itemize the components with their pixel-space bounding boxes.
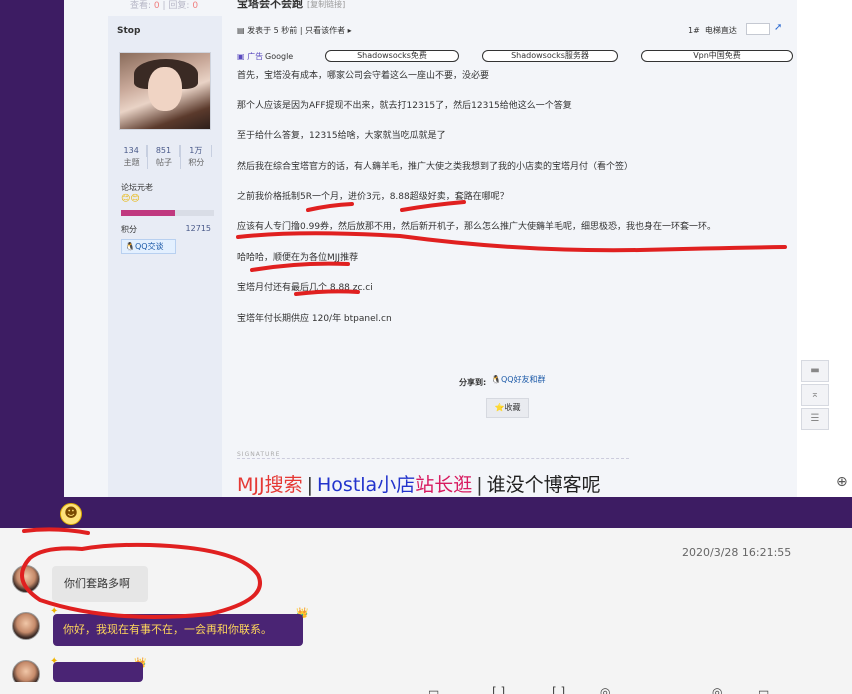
- signature-link-1[interactable]: MJJ搜索: [237, 474, 303, 496]
- author-avatar[interactable]: [119, 52, 211, 130]
- ad-link-3[interactable]: Vpn中国免费: [641, 50, 793, 62]
- history-icon[interactable]: ◎: [712, 685, 722, 694]
- rank-progress-bar: [121, 210, 214, 216]
- ad-link-1[interactable]: Shadowsocks免费: [325, 50, 459, 62]
- chat-timestamp: 2020/3/28 16:21:55: [682, 546, 792, 559]
- post-paragraph: 首先，宝塔没有成本，哪家公司会守着这么一座山不要，没必要: [237, 71, 490, 81]
- bracket-icon[interactable]: [ ]: [492, 685, 505, 694]
- qq-icon: 🐧: [491, 375, 501, 384]
- post-paragraph: 之前我价格抵制5R一个月，进价3元，8.88超级好卖，套路在哪呢？: [237, 192, 509, 202]
- rank-progress-fill: [121, 210, 175, 216]
- author-credits: 积分 12715: [121, 224, 211, 234]
- only-author-link[interactable]: 只看该作者 ▸: [305, 26, 352, 35]
- back-to-top-icon[interactable]: ⌅: [801, 384, 829, 406]
- ad-google: Google: [265, 52, 294, 61]
- stat-points[interactable]: 1万 积分: [181, 145, 212, 169]
- thread-title: 宝塔会不会跑 [复制链接]: [237, 0, 346, 10]
- list-icon[interactable]: ☰: [801, 408, 829, 430]
- post-paragraph: 宝塔年付长期供应 120/年 btpanel.cn: [237, 314, 392, 324]
- favorite-button[interactable]: ⭐收藏: [486, 398, 529, 418]
- screenshot-icon[interactable]: ▭: [428, 685, 439, 694]
- comment-icon[interactable]: ▬: [801, 360, 829, 382]
- stat-posts[interactable]: 851 帖子: [148, 145, 181, 169]
- thread-view-stats: 查看: 0 | 回复: 0: [130, 1, 199, 11]
- jump-label: 电梯直达: [704, 26, 737, 35]
- post-paragraph: 然后我在综合宝塔官方的话，有人薅羊毛，推广大使之类我想到了我的小店卖的宝塔月付（…: [237, 162, 634, 172]
- stat-topics[interactable]: 134 主题: [116, 145, 149, 169]
- post-paragraph: 应该有人专门撸0.99券，然后放那不用，然后新开机子，那么怎么推广大使薅羊毛呢，…: [237, 222, 717, 232]
- signature-label: SIGNATURE: [237, 451, 285, 458]
- qq-chat-button[interactable]: 🐧QQ交谈: [121, 239, 176, 254]
- post-paragraph: 那个人应该是因为AFF提现不出来，就去打12315了，然后12315给他这么一个…: [237, 101, 572, 111]
- floor-number: 1#: [688, 26, 700, 35]
- auto-reply-bubble: [53, 662, 143, 682]
- floor-jump: 1# 电梯直达: [688, 25, 737, 36]
- ad-link-2[interactable]: Shadowsocks服务器: [482, 50, 618, 62]
- qq-icon: 🐧: [125, 242, 135, 251]
- emoji-icon[interactable]: ☻: [60, 503, 82, 525]
- receiver-avatar[interactable]: [12, 612, 40, 640]
- copy-link[interactable]: [复制链接]: [307, 0, 345, 9]
- chat-message-bubble: 你们套路多啊: [52, 566, 148, 602]
- post-meta: ▤ 发表于 5 秒前 | 只看该作者 ▸: [237, 26, 352, 35]
- screenshot-left-border: [0, 0, 52, 528]
- auto-reply-bubble: 你好，我现在有事不在，一会再和你联系。: [53, 614, 303, 646]
- jump-go-icon[interactable]: ➚: [774, 22, 782, 33]
- author-name[interactable]: Stop: [117, 26, 140, 36]
- post-paragraph: 哈哈哈，顺便在为各位MJJ推荐: [237, 253, 359, 263]
- zoom-icon[interactable]: ⊕: [836, 474, 848, 490]
- signature-link-2[interactable]: Hostla小店: [317, 474, 415, 496]
- post-paragraph: 宝塔月付还有最后几个 8.88 zc.ci: [237, 283, 373, 293]
- ad-label: ▣ 广告: [237, 52, 264, 61]
- sender-avatar[interactable]: [12, 565, 40, 593]
- post-time-icon: ▤: [237, 26, 245, 35]
- avatar-face: [148, 67, 182, 111]
- input-toolbar: [0, 682, 852, 694]
- voice-icon[interactable]: ◎: [600, 685, 610, 694]
- signature-link-3[interactable]: 站长逛: [415, 474, 472, 496]
- author-stats: 134 主题 851 帖子 1万 积分: [116, 145, 212, 169]
- signature: MJJ搜索 | Hostla小店站长逛 | 谁没个博客呢: [237, 474, 601, 496]
- signature-divider: [237, 458, 629, 459]
- post-paragraph: 至于给什么答复，12315给啥，大家就当吃瓜就是了: [237, 131, 446, 141]
- ad-row: ▣ 广告 Google Shadowsocks免费 Shadowsocks服务器…: [237, 50, 797, 64]
- star-icon: ⭐: [494, 403, 505, 412]
- signature-link-4[interactable]: 谁没个博客呢: [487, 474, 601, 496]
- folder-icon[interactable]: ▭: [758, 685, 769, 694]
- floor-jump-input[interactable]: [746, 23, 770, 35]
- author-rank: 论坛元老: [121, 183, 153, 192]
- rank-medal-icons: 😊😊: [121, 194, 140, 204]
- share-label: 分享到:: [459, 378, 487, 387]
- share-qq-button[interactable]: 🐧QQ好友和群: [491, 374, 546, 385]
- bracket-icon[interactable]: [ ]: [552, 685, 565, 694]
- post-time: 发表于 5 秒前: [247, 26, 298, 35]
